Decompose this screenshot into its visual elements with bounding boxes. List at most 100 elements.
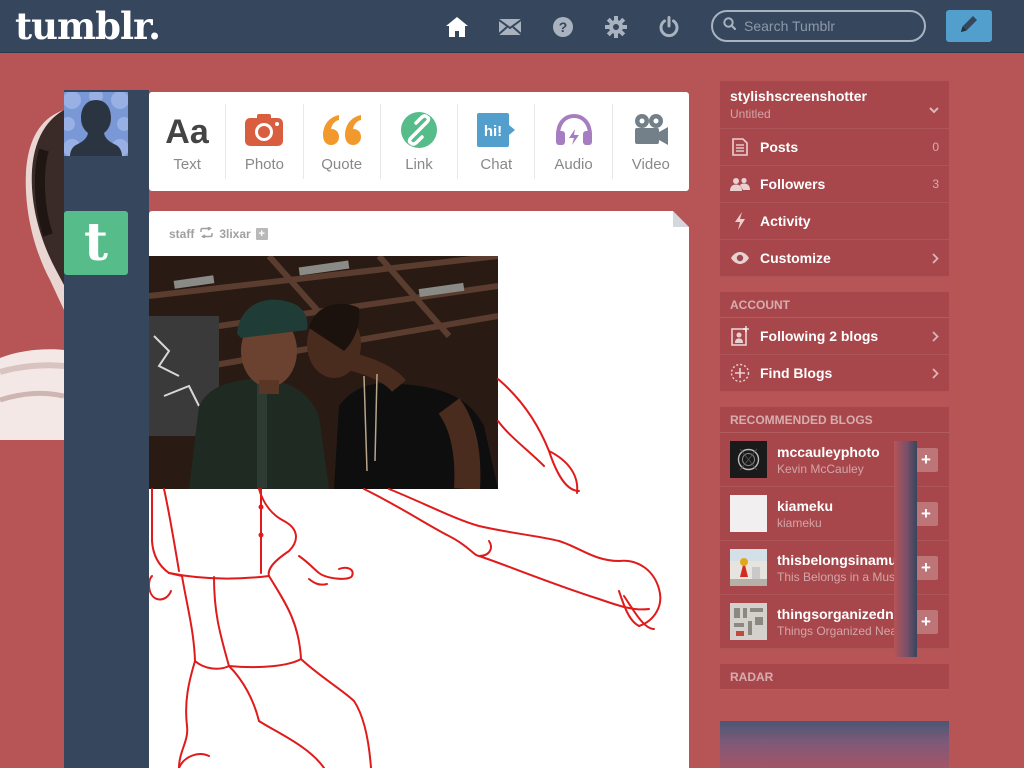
radar-section: RADAR (720, 664, 949, 690)
post-type-text[interactable]: Aa Text (149, 104, 227, 179)
help-icon[interactable]: ? (550, 14, 576, 40)
lightning-icon (730, 211, 750, 231)
recommended-blog-avatar (730, 603, 767, 640)
post-type-label: Photo (244, 156, 285, 173)
sidebar-item-label: Customize (760, 250, 831, 266)
post-author-link[interactable]: staff (169, 227, 194, 241)
recommended-blog-title: Kevin McCauley (777, 461, 864, 476)
post-type-label: Audio (554, 156, 593, 173)
chat-icon: hi! (475, 110, 517, 150)
sidebar-item-label: Activity (760, 213, 811, 229)
post-type-label: Link (405, 156, 433, 173)
sidebar-item-label: Find Blogs (760, 365, 833, 381)
post-corner-fold (673, 211, 689, 227)
follow-blog-button[interactable]: + (914, 610, 938, 634)
post-type-audio[interactable]: Audio (535, 104, 613, 179)
post-header: staff 3lixar + (169, 226, 268, 241)
text-icon: Aa (164, 110, 210, 150)
recommended-blog-title: This Belongs in a Mus (777, 569, 896, 584)
video-camera-icon (632, 110, 670, 150)
post-type-chat[interactable]: hi! Chat (458, 104, 536, 179)
reblog-source-link[interactable]: 3lixar (219, 227, 250, 241)
post-type-label: Quote (321, 156, 363, 173)
tumblr-logo[interactable]: tumblr. (15, 4, 161, 48)
following-icon (730, 326, 750, 346)
recommended-blog-name: thisbelongsinamus (777, 551, 905, 568)
recommended-blog-title: kiameku (777, 515, 822, 530)
sidebar-item-activity[interactable]: Activity (720, 203, 949, 240)
posts-icon (730, 137, 750, 157)
search-icon (723, 17, 737, 35)
staff-blog-avatar[interactable]: t (64, 211, 128, 275)
link-icon (400, 110, 438, 150)
blog-controls: stylishscreenshotter Untitled Posts 0 Fo… (720, 81, 949, 277)
headphones-icon (554, 110, 594, 150)
follow-plus-button[interactable]: + (255, 228, 268, 240)
top-navigation-bar: tumblr. ? (0, 0, 1024, 53)
dashboard-column-strip (64, 90, 149, 768)
sidebar-item-followers[interactable]: Followers 3 (720, 166, 949, 203)
followers-count: 3 (932, 177, 939, 191)
settings-icon[interactable] (603, 14, 629, 40)
find-blogs-icon (730, 363, 750, 383)
pencil-icon (958, 13, 980, 40)
new-post-bar: Aa Text Photo Quote Link hi! Chat Audio (149, 92, 689, 191)
chevron-right-icon (932, 251, 939, 267)
sidebar-item-label: Posts (760, 139, 799, 155)
sidebar-item-customize[interactable]: Customize (720, 240, 949, 277)
radar-post-thumbnail[interactable] (720, 721, 949, 768)
sidebar-item-find-blogs[interactable]: Find Blogs (720, 355, 949, 392)
search-input[interactable] (744, 18, 919, 34)
follow-blog-button[interactable]: + (914, 448, 938, 472)
post-type-quote[interactable]: Quote (304, 104, 381, 179)
chevron-down-icon (929, 101, 939, 119)
post-photo[interactable] (149, 256, 498, 489)
camera-icon (244, 110, 284, 150)
dashboard-post: staff 3lixar + (149, 211, 689, 768)
svg-text:hi!: hi! (484, 123, 502, 140)
recommended-blog-avatar (730, 549, 767, 586)
recommended-blog-name: thingsorganizedne (777, 605, 902, 622)
sidebar-item-label: Following 2 blogs (760, 328, 879, 344)
blog-switcher[interactable]: stylishscreenshotter Untitled (720, 81, 949, 129)
post-type-label: Video (631, 156, 670, 173)
inbox-icon[interactable] (497, 14, 523, 40)
reblog-icon (199, 226, 214, 241)
tumblr-t-logo: t (83, 212, 109, 273)
user-avatar[interactable] (64, 92, 128, 156)
radar-section-title: RADAR (720, 664, 949, 690)
post-type-photo[interactable]: Photo (226, 104, 304, 179)
quote-icon (321, 110, 363, 150)
account-section: ACCOUNT Following 2 blogs Find Blogs (720, 292, 949, 392)
follow-blog-button[interactable]: + (914, 502, 938, 526)
chevron-right-icon (932, 329, 939, 345)
recommended-blog-title: Things Organized Nea (777, 623, 898, 638)
account-section-title: ACCOUNT (720, 292, 949, 318)
svg-text:?: ? (559, 19, 568, 35)
logout-icon[interactable] (656, 14, 682, 40)
background-artwork (0, 110, 65, 500)
compose-post-button[interactable] (946, 10, 992, 42)
blog-name: stylishscreenshotter (730, 88, 867, 104)
blog-title: Untitled (730, 107, 771, 121)
post-type-label: Text (173, 156, 201, 173)
svg-text:Aa: Aa (165, 113, 210, 148)
search-box[interactable] (711, 10, 926, 42)
sidebar-item-label: Followers (760, 176, 826, 192)
post-type-link[interactable]: Link (381, 104, 459, 179)
recommended-blog-avatar (730, 495, 767, 532)
post-type-video[interactable]: Video (613, 104, 689, 179)
sidebar-item-posts[interactable]: Posts 0 (720, 129, 949, 166)
recommended-section-title: RECOMMENDED BLOGS (720, 407, 949, 433)
recommended-blog-name: mccauleyphoto (777, 443, 880, 460)
follow-blog-button[interactable]: + (914, 556, 938, 580)
recommended-blog-avatar (730, 441, 767, 478)
sidebar-item-following[interactable]: Following 2 blogs (720, 318, 949, 355)
recommended-blog-name: kiameku (777, 497, 834, 514)
recommended-blogs-scroll-shade (894, 441, 917, 657)
eye-icon (730, 248, 750, 268)
posts-count: 0 (932, 140, 939, 154)
followers-icon (730, 174, 750, 194)
home-icon[interactable] (444, 14, 470, 40)
post-type-label: Chat (480, 156, 513, 173)
